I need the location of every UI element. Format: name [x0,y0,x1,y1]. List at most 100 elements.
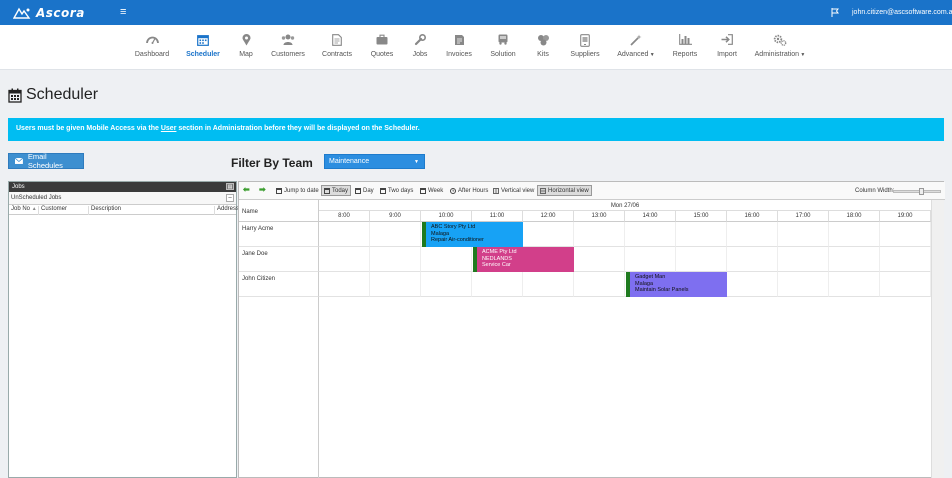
schedule-cell[interactable] [574,272,625,297]
schedule-cell[interactable] [829,222,880,247]
alert-text-before: Users must be given Mobile Access via th… [16,125,161,132]
jobs-table-header: Job No ▲ Customer Description Address [9,205,239,215]
nav-label: Reports [672,51,698,58]
jobs-panel-title: Jobs [12,184,25,190]
schedule-cell[interactable] [370,247,421,272]
schedule-cell[interactable] [880,272,931,297]
nav-item-dashboard[interactable]: Dashboard [124,34,180,58]
alert-user-link[interactable]: User [161,125,177,132]
hour-header: 8:00 [319,211,370,222]
schedule-cell[interactable] [727,272,778,297]
week-view-button[interactable]: Week [420,186,443,196]
vertical-view-button[interactable]: Vertical view [493,186,534,196]
two-days-view-button[interactable]: Two days [380,186,413,196]
schedule-cell[interactable] [319,272,370,297]
sort-icon: ▲ [31,206,37,212]
schedule-cell[interactable] [625,222,676,247]
schedule-event[interactable]: ABC Story Pty Ltd Malaga Repair Air-condit… [422,222,523,247]
event-line: Maintain Solar Panels [635,287,689,293]
previous-arrow-icon[interactable]: ⬅ [243,185,250,194]
schedule-cell[interactable] [370,272,421,297]
schedule-cell[interactable] [829,247,880,272]
schedule-cell[interactable] [370,222,421,247]
column-description[interactable]: Description [89,206,215,215]
vertical-scrollbar[interactable] [931,200,944,478]
schedule-cell[interactable] [727,247,778,272]
panel-menu-icon[interactable]: ▤ [226,183,234,190]
schedule-cell[interactable] [778,247,829,272]
schedule-cell[interactable] [574,222,625,247]
hour-header: 17:00 [778,211,829,222]
column-customer[interactable]: Customer [39,206,89,215]
after-hours-button[interactable]: After Hours [450,186,488,196]
schedule-cell[interactable] [778,272,829,297]
caret-down-icon: ▼ [648,52,655,58]
jump-to-date-button[interactable]: Jump to date [276,186,319,196]
user-email[interactable]: john.citizen@ascsoftware.com.au [852,8,952,17]
cogs-icon [752,34,808,48]
nav-label: Kits [537,51,549,58]
schedule-cell[interactable] [472,272,523,297]
nav-label: Invoices [446,51,472,58]
hour-header: 12:00 [523,211,574,222]
unscheduled-jobs-title: UnScheduled Jobs [11,195,62,201]
schedule-cell[interactable] [319,247,370,272]
hour-header: 13:00 [574,211,625,222]
column-width-slider[interactable] [893,188,941,195]
flag-icon[interactable] [831,8,839,17]
schedule-cell[interactable] [778,222,829,247]
page-title: Scheduler [8,86,98,104]
nav-item-customers[interactable]: Customers [260,34,316,58]
schedule-event[interactable]: ACME Pty Ltd NEDLANDS Service Car [473,247,574,272]
resource-name: John Citizen [239,272,319,297]
nav-label: Map [239,51,253,58]
nav-item-suppliers[interactable]: Suppliers [557,34,613,58]
filter-by-team-label: Filter By Team [231,156,313,170]
hour-header: 10:00 [421,211,472,222]
dashboard-icon [124,34,180,48]
horizontal-view-button[interactable]: Horizontal view [537,185,592,196]
schedule-cell[interactable] [625,247,676,272]
hour-header: 16:00 [727,211,778,222]
collapse-icon[interactable]: – [226,194,234,202]
schedule-cell[interactable] [829,272,880,297]
column-job-no[interactable]: Job No ▲ [9,206,39,215]
scheduler-grid: ⬅ ➡ Jump to date Today Day Two days Week… [238,181,945,478]
alert-text-after: section in Administration before they wi… [176,125,420,132]
slider-thumb[interactable] [919,188,924,195]
nav-label: Advanced [617,51,649,58]
resource-name: Harry Acme [239,222,319,247]
schedule-cell[interactable] [421,247,472,272]
logo[interactable]: Ascora [13,5,85,20]
vertical-view-icon [493,188,499,194]
nav-item-advanced[interactable]: Advanced ▼ [608,34,664,58]
schedule-cell[interactable] [676,222,727,247]
nav-label: Customers [271,51,305,58]
next-arrow-icon[interactable]: ➡ [259,185,266,194]
schedule-cell[interactable] [676,247,727,272]
day-view-button[interactable]: Day [355,186,374,196]
team-select[interactable]: Maintenance ▼ [324,154,425,169]
schedule-cell[interactable] [880,247,931,272]
nav-item-import[interactable]: Import [699,34,755,58]
schedule-cell[interactable] [727,222,778,247]
nav-label: Jobs [412,51,428,58]
envelope-icon [15,158,23,164]
schedule-cell[interactable] [574,247,625,272]
column-address[interactable]: Address [215,206,239,215]
menu-toggle-icon[interactable]: ≡ [120,6,126,18]
schedule-cell[interactable] [880,222,931,247]
schedule-cell[interactable] [421,272,472,297]
nav-item-administration[interactable]: Administration ▼ [752,34,808,58]
chevron-down-icon: ▼ [414,159,419,165]
schedule-cell[interactable] [523,222,574,247]
email-schedules-button[interactable]: Email Schedules [8,152,84,170]
nav-label: Scheduler [186,51,220,58]
schedule-cell[interactable] [319,222,370,247]
schedule-cell[interactable] [523,272,574,297]
nav-label: Quotes [370,51,394,58]
team-select-value: Maintenance [329,158,370,165]
jobs-panel: Jobs ▤ UnScheduled Jobs – Job No ▲ Custo… [8,181,239,478]
today-button[interactable]: Today [321,185,352,196]
schedule-event[interactable]: Gadget Man Malaga Maintain Solar Panels [626,272,727,297]
